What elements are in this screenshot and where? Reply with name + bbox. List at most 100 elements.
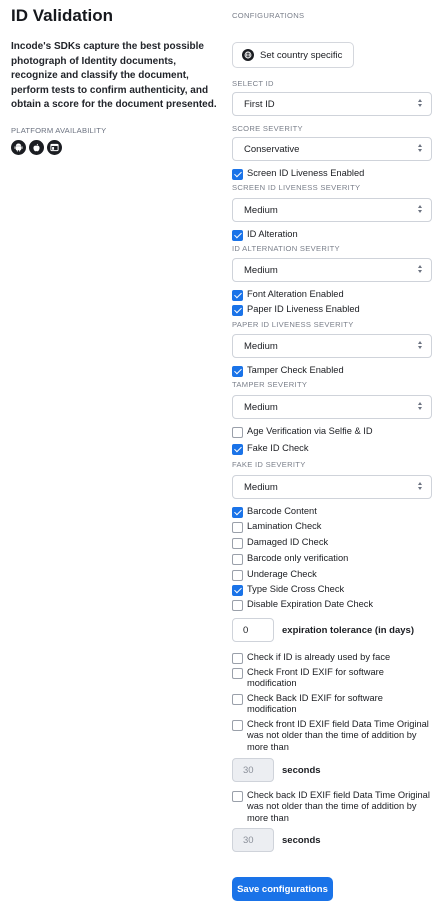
checkbox-unchecked-icon[interactable] <box>232 426 243 438</box>
front-datetime-label: Check front ID EXIF field Data Time Orig… <box>247 719 429 752</box>
front-exif-label: Check Front ID EXIF for software modific… <box>247 667 384 689</box>
underage-check-checkbox[interactable]: Underage Check <box>232 569 432 581</box>
barcode-content-label: Barcode Content <box>247 506 317 516</box>
tamper-severity-value: Medium <box>244 401 278 413</box>
lamination-check-checkbox[interactable]: Lamination Check <box>232 521 432 533</box>
tamper-check-checkbox[interactable]: Tamper Check Enabled <box>232 365 432 377</box>
id-alteration-checkbox[interactable]: ID Alteration <box>232 229 432 241</box>
checkbox-unchecked-icon[interactable] <box>232 553 243 565</box>
id-alteration-label: ID Alteration <box>247 229 298 239</box>
fake-id-severity-label: FAKE ID SEVERITY <box>232 460 306 469</box>
configurations-header: CONFIGURATIONS <box>232 11 305 20</box>
age-verification-label: Age Verification via Selfie & ID <box>247 426 373 436</box>
score-severity-label: SCORE SEVERITY <box>232 124 303 133</box>
sort-arrows-icon <box>418 482 422 490</box>
tamper-check-label: Tamper Check Enabled <box>247 365 344 375</box>
back-exif-checkbox[interactable]: Check Back ID EXIF for software modifica… <box>232 693 432 716</box>
front-datetime-checkbox[interactable]: Check front ID EXIF field Data Time Orig… <box>232 719 432 753</box>
fake-id-checkbox[interactable]: Fake ID Check <box>232 443 432 455</box>
screen-id-liveness-severity-label: SCREEN ID LIVENESS SEVERITY <box>232 183 361 192</box>
fake-id-severity-dropdown[interactable]: Medium <box>232 475 432 499</box>
web-icon <box>47 140 62 155</box>
front-exif-checkbox[interactable]: Check Front ID EXIF for software modific… <box>232 667 432 690</box>
checkbox-unchecked-icon[interactable] <box>232 790 243 802</box>
checkbox-checked-icon[interactable] <box>232 506 243 518</box>
select-id-label: SELECT ID <box>232 79 274 88</box>
platform-availability-label: PLATFORM AVAILABILITY <box>11 126 107 135</box>
sort-arrows-icon <box>418 144 422 152</box>
back-datetime-seconds-input[interactable]: 30 <box>232 828 274 852</box>
barcode-only-label: Barcode only verification <box>247 553 349 563</box>
id-alteration-severity-dropdown[interactable]: Medium <box>232 258 432 282</box>
barcode-content-checkbox[interactable]: Barcode Content <box>232 506 432 518</box>
page-description: Incode's SDKs capture the best possible … <box>11 41 217 111</box>
sort-arrows-icon <box>418 99 422 107</box>
checkbox-unchecked-icon[interactable] <box>232 719 243 731</box>
expiration-tolerance-label: expiration tolerance (in days) <box>282 624 414 636</box>
age-verification-checkbox[interactable]: Age Verification via Selfie & ID <box>232 426 432 438</box>
back-exif-label: Check Back ID EXIF for software modifica… <box>247 693 383 715</box>
sort-arrows-icon <box>418 265 422 273</box>
checkbox-unchecked-icon[interactable] <box>232 569 243 581</box>
select-id-dropdown[interactable]: First ID <box>232 92 432 116</box>
android-icon <box>11 140 26 155</box>
expiration-tolerance-input[interactable]: 0 <box>232 618 274 642</box>
checkbox-checked-icon[interactable] <box>232 304 243 316</box>
sort-arrows-icon <box>418 205 422 213</box>
checkbox-unchecked-icon[interactable] <box>232 599 243 611</box>
paper-id-liveness-severity-label: PAPER ID LIVENESS SEVERITY <box>232 320 354 329</box>
screen-id-liveness-severity-dropdown[interactable]: Medium <box>232 198 432 222</box>
tamper-severity-dropdown[interactable]: Medium <box>232 395 432 419</box>
tamper-severity-label: TAMPER SEVERITY <box>232 380 308 389</box>
fake-id-label: Fake ID Check <box>247 443 309 453</box>
apple-icon <box>29 140 44 155</box>
set-country-specific-label: Set country specific <box>260 49 343 61</box>
globe-icon <box>242 49 254 61</box>
checkbox-checked-icon[interactable] <box>232 289 243 301</box>
configurations-panel: CONFIGURATIONS Set country specific SELE… <box>232 0 432 905</box>
checkbox-unchecked-icon[interactable] <box>232 521 243 533</box>
checkbox-unchecked-icon[interactable] <box>232 537 243 549</box>
score-severity-value: Conservative <box>244 143 300 155</box>
type-side-cross-check-checkbox[interactable]: Type Side Cross Check <box>232 584 432 596</box>
paper-id-liveness-severity-dropdown[interactable]: Medium <box>232 334 432 358</box>
checkbox-unchecked-icon[interactable] <box>232 667 243 679</box>
font-alteration-label: Font Alteration Enabled <box>247 289 344 299</box>
checkbox-checked-icon[interactable] <box>232 443 243 455</box>
paper-id-liveness-checkbox[interactable]: Paper ID Liveness Enabled <box>232 304 432 316</box>
checkbox-unchecked-icon[interactable] <box>232 693 243 705</box>
checkbox-checked-icon[interactable] <box>232 365 243 377</box>
screen-id-liveness-severity-value: Medium <box>244 204 278 216</box>
id-alteration-severity-value: Medium <box>244 264 278 276</box>
underage-check-label: Underage Check <box>247 569 317 579</box>
disable-expiration-label: Disable Expiration Date Check <box>247 599 374 609</box>
screen-id-liveness-checkbox[interactable]: Screen ID Liveness Enabled <box>232 168 432 180</box>
save-configurations-button[interactable]: Save configurations <box>232 877 333 901</box>
select-id-value: First ID <box>244 98 275 110</box>
sort-arrows-icon <box>418 341 422 349</box>
front-datetime-seconds-row: 30 seconds <box>232 758 321 782</box>
back-datetime-checkbox[interactable]: Check back ID EXIF field Data Time Origi… <box>232 790 432 824</box>
fake-id-severity-value: Medium <box>244 481 278 493</box>
score-severity-dropdown[interactable]: Conservative <box>232 137 432 161</box>
platform-icons <box>11 140 62 155</box>
barcode-only-checkbox[interactable]: Barcode only verification <box>232 553 432 565</box>
checkbox-checked-icon[interactable] <box>232 168 243 180</box>
set-country-specific-button[interactable]: Set country specific <box>232 42 354 68</box>
damaged-id-checkbox[interactable]: Damaged ID Check <box>232 537 432 549</box>
back-datetime-label: Check back ID EXIF field Data Time Origi… <box>247 790 430 823</box>
disable-expiration-checkbox[interactable]: Disable Expiration Date Check <box>232 599 432 611</box>
font-alteration-checkbox[interactable]: Font Alteration Enabled <box>232 289 432 301</box>
back-datetime-seconds-row: 30 seconds <box>232 828 321 852</box>
sort-arrows-icon <box>418 402 422 410</box>
paper-id-liveness-label: Paper ID Liveness Enabled <box>247 304 360 314</box>
checkbox-checked-icon[interactable] <box>232 584 243 596</box>
front-datetime-seconds-input[interactable]: 30 <box>232 758 274 782</box>
id-alteration-severity-label: ID ALTERNATION SEVERITY <box>232 244 340 253</box>
used-by-face-checkbox[interactable]: Check if ID is already used by face <box>232 652 432 664</box>
front-datetime-seconds-label: seconds <box>282 764 321 776</box>
used-by-face-label: Check if ID is already used by face <box>247 652 391 662</box>
checkbox-unchecked-icon[interactable] <box>232 652 243 664</box>
checkbox-checked-icon[interactable] <box>232 229 243 241</box>
lamination-check-label: Lamination Check <box>247 521 322 531</box>
